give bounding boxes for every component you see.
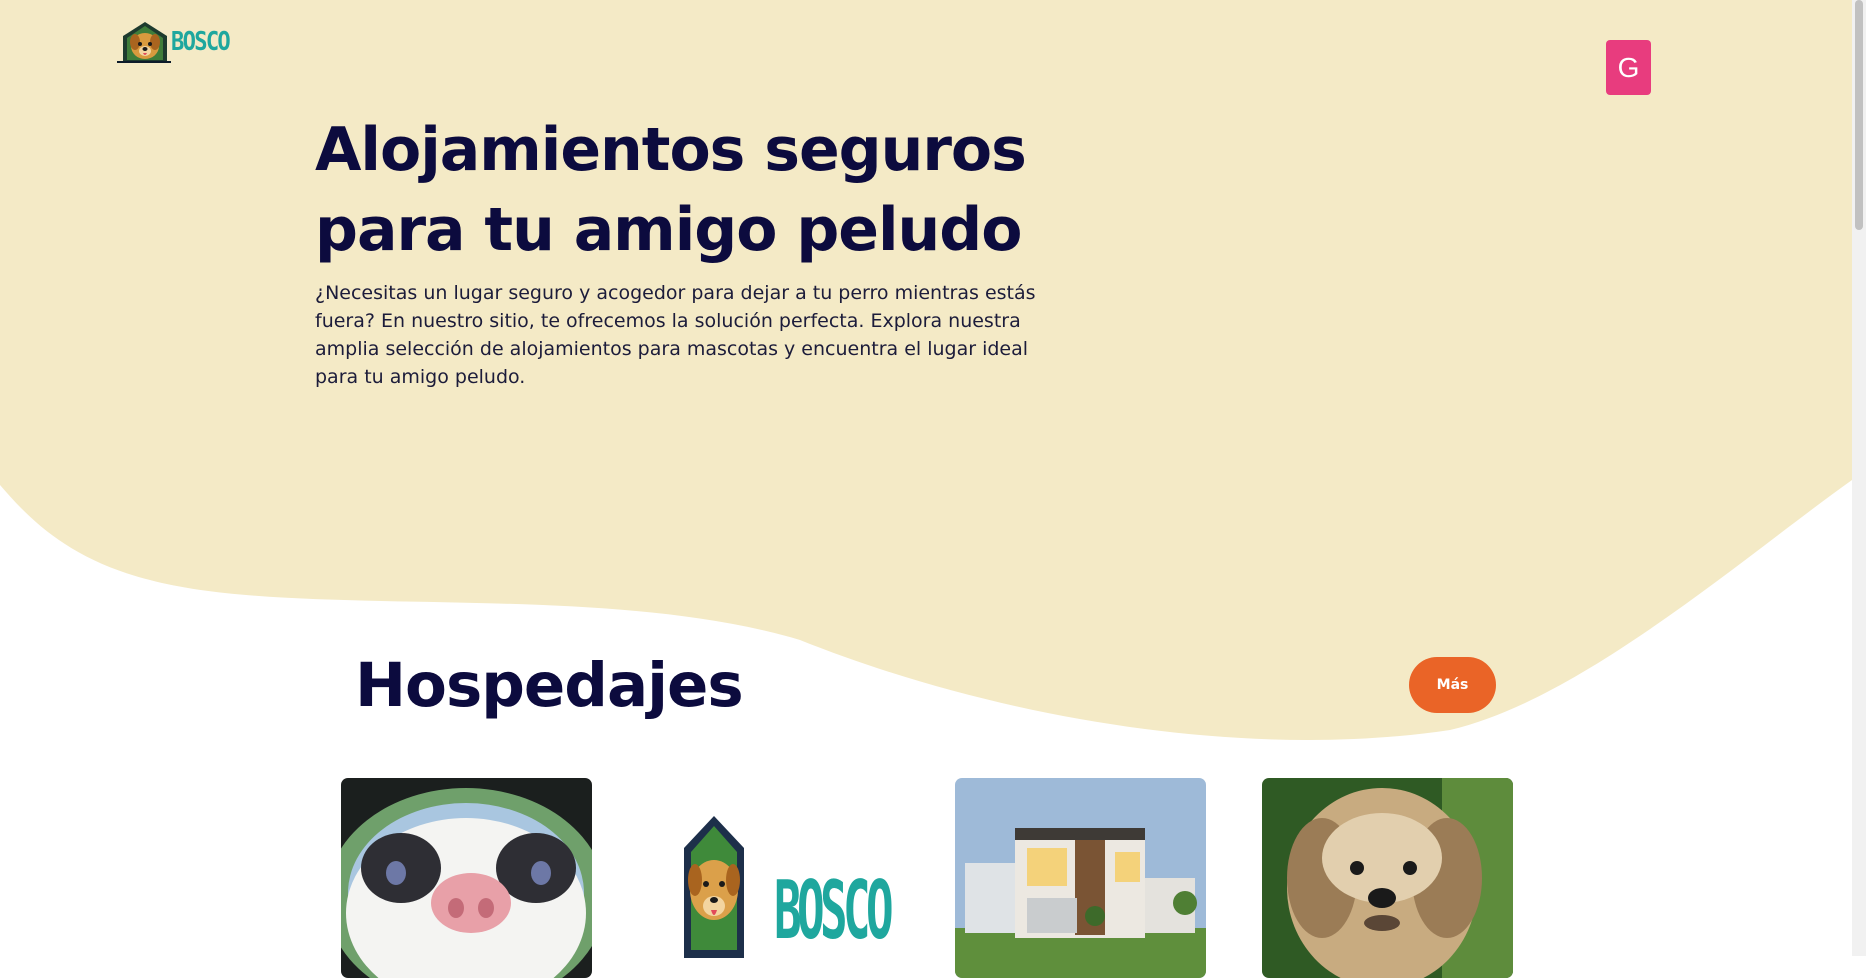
cat-closeup-photo <box>341 778 592 978</box>
lodging-card-4[interactable] <box>1262 778 1513 978</box>
lodging-card-1[interactable] <box>341 778 592 978</box>
logo-underline <box>117 61 171 63</box>
page-scrollbar[interactable] <box>1852 0 1866 956</box>
more-button[interactable]: Más <box>1409 657 1496 713</box>
brand-name: BOSCO <box>171 27 231 57</box>
brand-logo[interactable]: BOSCO <box>117 20 239 64</box>
user-avatar-button[interactable]: G <box>1606 40 1651 95</box>
hero-title-line-1: Alojamientos seguros <box>315 115 1027 185</box>
hero-title-line-2: para tu amigo peludo <box>315 195 1022 265</box>
small-dog-photo <box>1262 778 1513 978</box>
card-logo-text: BOSCO <box>774 864 892 957</box>
lodging-card-3[interactable] <box>955 778 1206 978</box>
modern-house-photo <box>955 778 1206 978</box>
lodging-card-2[interactable]: BOSCO <box>649 778 900 978</box>
dog-house-logo-icon <box>123 22 167 62</box>
bosco-logo-image: BOSCO <box>649 778 900 978</box>
more-button-label: Más <box>1436 677 1469 693</box>
hero-title: Alojamientos seguros para tu amigo pelud… <box>315 110 1115 270</box>
hero-description: ¿Necesitas un lugar seguro y acogedor pa… <box>315 282 1036 388</box>
avatar-initial: G <box>1617 51 1640 83</box>
section-title-hospedajes: Hospedajes <box>355 650 744 721</box>
scrollbar-thumb[interactable] <box>1855 0 1863 230</box>
